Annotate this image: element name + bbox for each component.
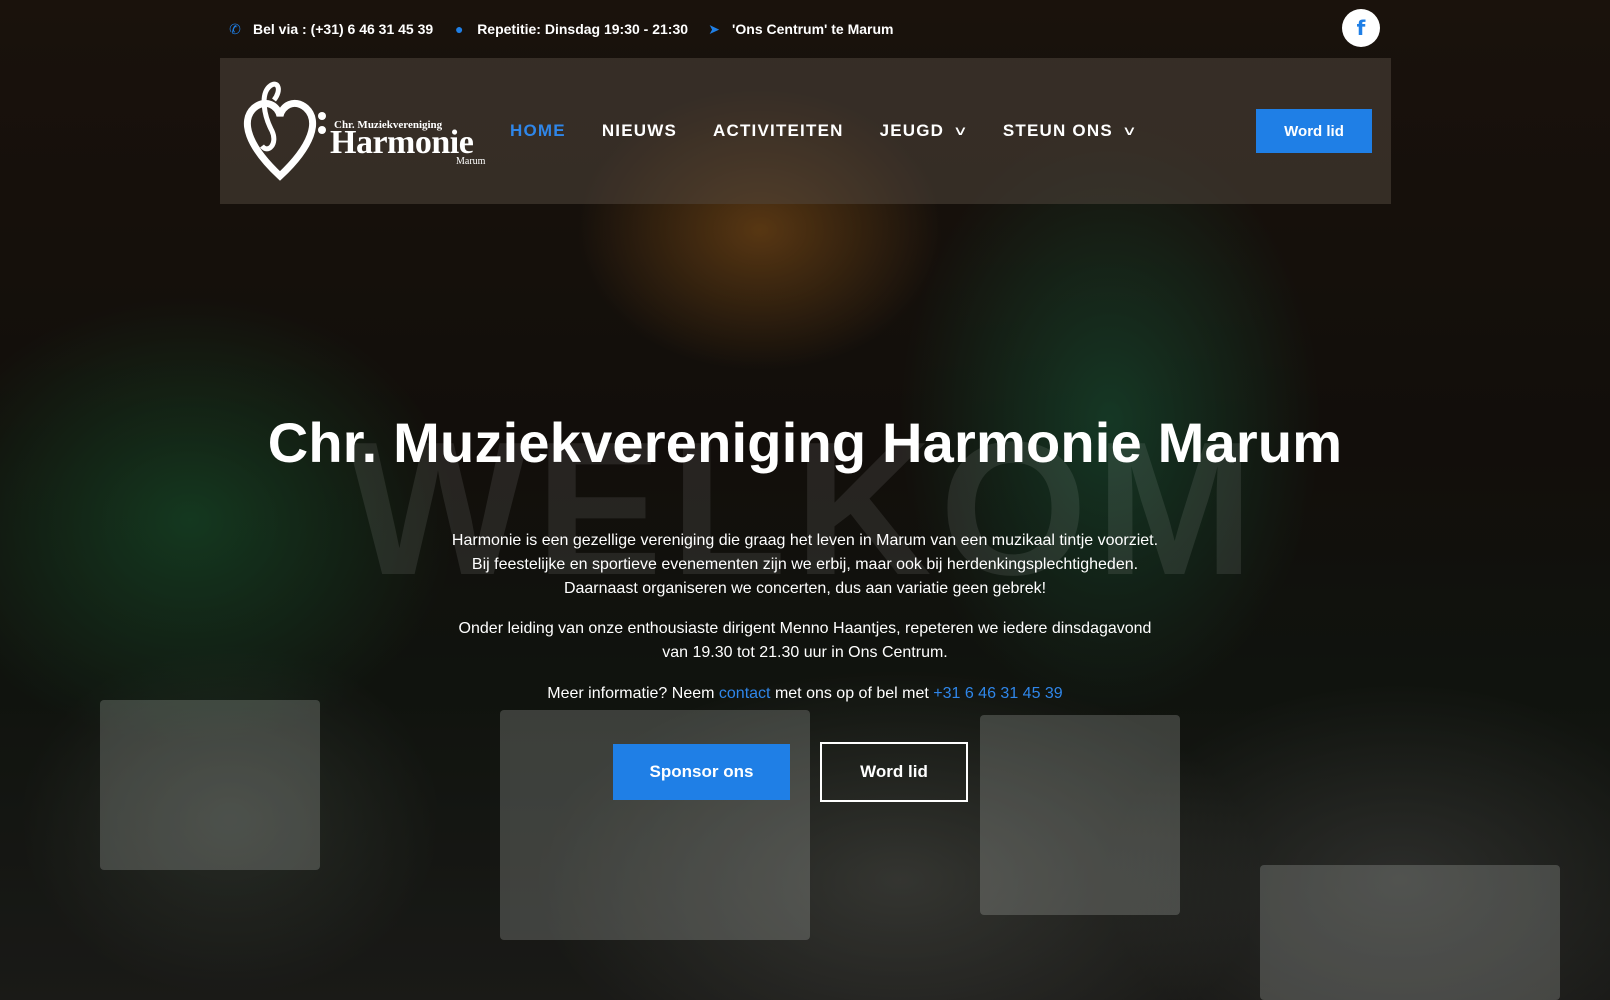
intro-line: Bij feestelijke en sportieve evenementen…: [471, 556, 1139, 573]
hero-rehearsal-paragraph: Onder leiding van onze enthousiaste diri…: [400, 617, 1210, 665]
logo-title: Harmonie: [330, 124, 474, 161]
nav-item-label: ACTIVITEITEN: [713, 121, 844, 140]
chevron-down-icon: ∨: [952, 123, 971, 138]
hero-intro-paragraph: Harmonie is een gezellige vereniging die…: [400, 529, 1210, 601]
intro-line: Harmonie is een gezellige vereniging die…: [451, 532, 1159, 549]
contact-link[interactable]: contact: [719, 685, 771, 702]
phone-text: Bel via : (+31) 6 46 31 45 39: [253, 21, 434, 37]
rehearsal-line: Onder leiding van onze enthousiaste diri…: [458, 620, 1152, 637]
nav-item-label: HOME: [510, 121, 566, 140]
logo-place: Marum: [456, 156, 486, 167]
clock-icon: ●: [454, 21, 464, 37]
main-header: Chr. Muziekvereniging Harmonie Marum HOM…: [220, 58, 1391, 204]
chevron-down-icon: ∨: [1121, 123, 1139, 138]
word-lid-button[interactable]: Word lid: [820, 742, 968, 802]
nav-item-steun-ons[interactable]: STEUN ONS ∨: [1002, 121, 1139, 141]
nav-item-label: JEUGD: [879, 121, 945, 140]
location-text: 'Ons Centrum' te Marum: [732, 21, 894, 37]
word-lid-header-button[interactable]: Word lid: [1256, 109, 1372, 153]
music-stand: [1260, 865, 1560, 1000]
top-info-bar: ✆ Bel via : (+31) 6 46 31 45 39 ● Repeti…: [227, 16, 1344, 42]
nav-item-home[interactable]: HOME: [510, 121, 566, 141]
rehearsal-text: Repetitie: Dinsdag 19:30 - 21:30: [477, 21, 689, 37]
phone-icon: ✆: [229, 20, 241, 37]
hero-title: Chr. Muziekvereniging Harmonie Marum: [267, 411, 1343, 474]
rehearsal-info: ● Repetitie: Dinsdag 19:30 - 21:30: [451, 21, 688, 37]
nav-item-label: STEUN ONS: [1002, 121, 1113, 140]
contact-text: Meer informatie? Neem: [547, 685, 719, 702]
nav-item-activiteiten[interactable]: ACTIVITEITEN: [713, 121, 844, 141]
intro-line: Daarnaast organiseren we concerten, dus …: [563, 580, 1047, 597]
nav-item-jeugd[interactable]: JEUGD ∨: [879, 121, 971, 141]
music-stand: [100, 700, 320, 870]
treble-heart-icon: [243, 81, 326, 181]
main-nav: HOME NIEUWS ACTIVITEITEN JEUGD ∨ STEUN O…: [510, 58, 1139, 204]
contact-text: met ons op of bel met: [770, 685, 934, 702]
nav-item-nieuws[interactable]: NIEUWS: [602, 121, 677, 141]
location-arrow-icon: ➤: [708, 20, 720, 37]
phone-info[interactable]: ✆ Bel via : (+31) 6 46 31 45 39: [227, 21, 433, 38]
music-stand: [980, 715, 1180, 915]
facebook-icon[interactable]: f: [1342, 9, 1380, 47]
location-info: ➤ 'Ons Centrum' te Marum: [706, 21, 893, 38]
sponsor-button[interactable]: Sponsor ons: [613, 744, 790, 800]
nav-item-label: NIEUWS: [601, 121, 678, 140]
site-logo[interactable]: Chr. Muziekvereniging Harmonie Marum: [238, 76, 488, 184]
phone-link[interactable]: +31 6 46 31 45 39: [933, 685, 1062, 702]
rehearsal-line: van 19.30 tot 21.30 uur in Ons Centrum.: [662, 644, 948, 661]
hero-contact-paragraph: Meer informatie? Neem contact met ons op…: [400, 682, 1210, 706]
